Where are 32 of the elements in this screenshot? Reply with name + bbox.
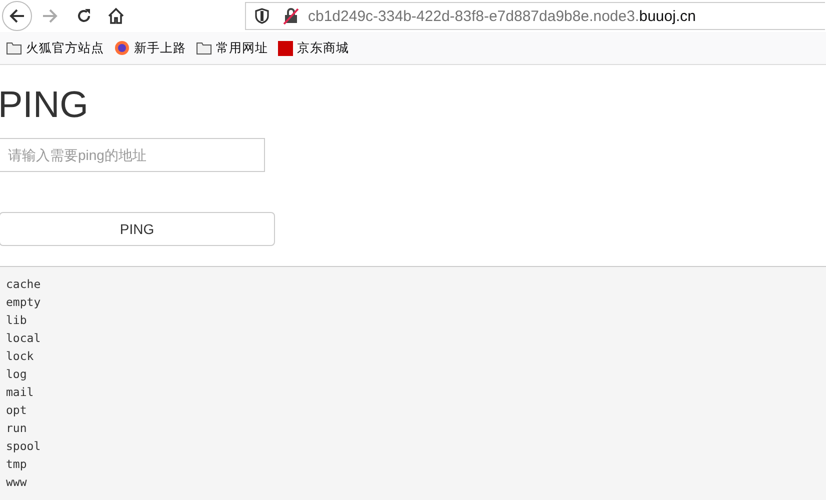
reload-icon[interactable]: [75, 7, 93, 25]
output-line: www: [6, 474, 28, 491]
ping-button[interactable]: PING: [0, 212, 275, 246]
output-line: log: [6, 366, 28, 383]
output-line: lib: [6, 312, 28, 329]
address-bar[interactable]: cb1d249c-334b-422d-83f8-e7d887da9b8e.node3.buuoj.cn: [245, 2, 825, 30]
home-icon[interactable]: [107, 7, 125, 25]
address-input[interactable]: 请输入需要ping的地址: [0, 138, 265, 172]
folder-icon: [196, 41, 212, 55]
store-logo-icon: [278, 40, 293, 56]
output-line: run: [6, 420, 28, 437]
output-line: lock: [6, 348, 35, 365]
bookmark[interactable]: 常用网址: [196, 40, 268, 56]
url-host: cb1d249c-334b-422d-83f8-e7d887da9b8e.node3.: [308, 8, 640, 24]
output-line: local: [6, 330, 42, 347]
folder-icon: [6, 41, 22, 55]
page-title: PING: [0, 85, 90, 126]
bookmark[interactable]: 京东商城: [278, 40, 349, 56]
back-button[interactable]: [2, 1, 32, 31]
shield-icon[interactable]: [254, 8, 270, 24]
output-line: tmp: [6, 456, 28, 473]
output-line: mail: [6, 384, 35, 401]
output-line: cache: [6, 276, 42, 293]
bookmark[interactable]: 新手上路: [114, 40, 186, 56]
output-line: empty: [6, 294, 42, 311]
back-arrow-icon: [8, 7, 26, 25]
output-line: spool: [6, 438, 42, 455]
globe-icon: [114, 40, 130, 56]
url-domain: buuoj.cn: [639, 8, 696, 24]
insecure-lock-icon[interactable]: [282, 7, 300, 25]
output-line: opt: [6, 402, 28, 419]
bookmark[interactable]: 火狐官方站点: [6, 40, 104, 56]
